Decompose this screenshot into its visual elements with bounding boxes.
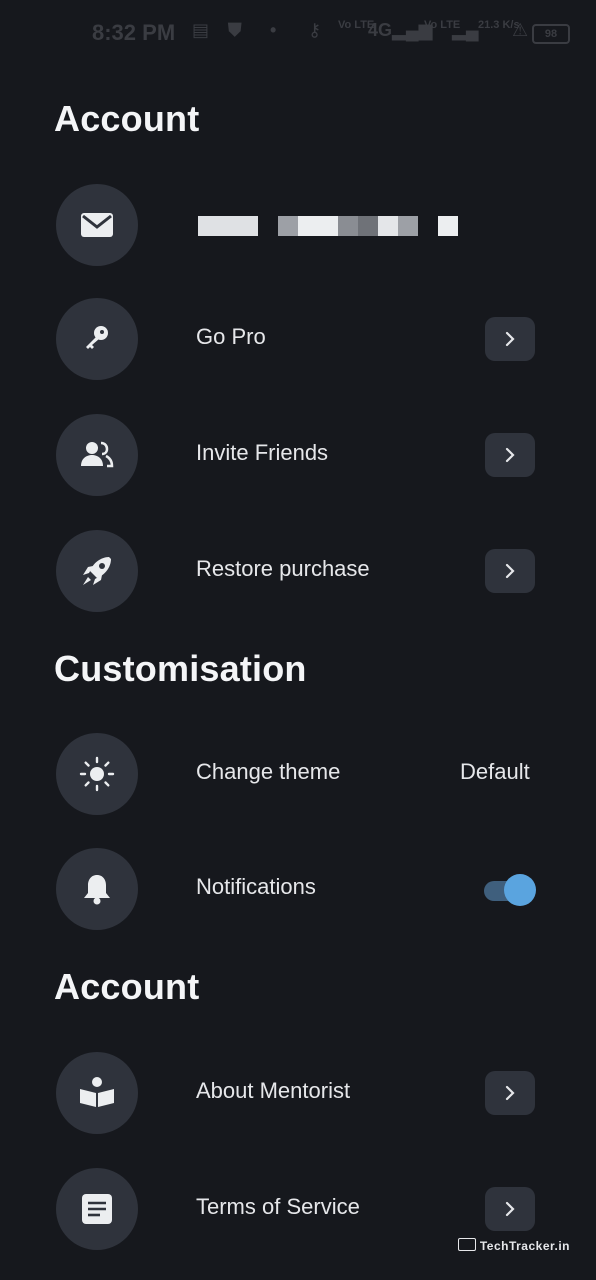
watermark-logo-icon	[457, 1238, 476, 1251]
section-title-account-2: Account	[54, 966, 200, 1007]
restore-purchase-row[interactable]: Restore purchase	[0, 530, 596, 614]
terms-of-service-label: Terms of Service	[196, 1194, 360, 1219]
toggle-knob	[504, 874, 536, 906]
chevron-right-icon	[505, 563, 515, 579]
account-email-row	[0, 184, 596, 268]
mail-icon	[81, 213, 113, 237]
chevron-right-icon	[505, 447, 515, 463]
restore-purchase-label: Restore purchase	[196, 556, 370, 581]
restore-purchase-chevron-button[interactable]	[485, 549, 535, 593]
about-mentorist-row[interactable]: About Mentorist	[0, 1052, 596, 1136]
book-reader-icon	[80, 1077, 114, 1107]
key-icon	[86, 326, 108, 349]
chevron-right-icon	[505, 331, 515, 347]
key-icon-circle	[56, 298, 138, 380]
document-icon	[82, 1194, 112, 1224]
rocket-icon	[83, 557, 111, 585]
status-time: 8:32 PM	[92, 20, 176, 45]
invite-friends-label: Invite Friends	[196, 440, 329, 465]
watermark: TechTracker.in	[457, 1238, 570, 1253]
sun-icon	[79, 756, 115, 792]
notifications-toggle[interactable]	[484, 874, 536, 906]
warning-icon: ⚠	[512, 20, 529, 40]
go-pro-row[interactable]: Go Pro	[0, 298, 596, 382]
about-mentorist-label: About Mentorist	[196, 1078, 351, 1103]
about-mentorist-chevron-button[interactable]	[485, 1071, 535, 1115]
message-icon: ▤	[192, 20, 210, 40]
notifications-row[interactable]: Notifications	[0, 848, 596, 932]
notifications-label: Notifications	[196, 874, 316, 899]
go-pro-label: Go Pro	[196, 324, 266, 349]
bell-icon	[84, 875, 110, 905]
network-type: 4G	[368, 20, 393, 40]
invite-friends-chevron-button[interactable]	[485, 433, 535, 477]
section-title-account: Account	[54, 98, 200, 139]
go-pro-chevron-button[interactable]	[485, 317, 535, 361]
dot-icon: •	[270, 20, 277, 40]
bell-icon-circle	[56, 848, 138, 930]
invite-friends-row[interactable]: Invite Friends	[0, 414, 596, 498]
users-icon	[81, 441, 114, 468]
chevron-right-icon	[505, 1085, 515, 1101]
users-icon-circle	[56, 414, 138, 496]
rocket-icon-circle	[56, 530, 138, 612]
section-title-customisation: Customisation	[54, 648, 307, 689]
terms-of-service-chevron-button[interactable]	[485, 1187, 535, 1231]
change-theme-row[interactable]: Change theme Default	[0, 733, 596, 817]
watermark-text: TechTracker.in	[479, 1239, 570, 1253]
change-theme-label: Change theme	[196, 759, 341, 784]
battery-level: 98	[532, 24, 570, 44]
status-bar: 8:32 PM ▤ ⛊ • ⚷ Vo LTE 4G ▂▄▆ Vo LTE ▂▄ …	[0, 0, 596, 66]
document-icon-circle	[56, 1168, 138, 1250]
sun-icon-circle	[56, 733, 138, 815]
book-reader-icon-circle	[56, 1052, 138, 1134]
chevron-right-icon	[505, 1201, 515, 1217]
shield-icon: ⛊	[228, 20, 242, 40]
vpn-key-icon: ⚷	[308, 20, 322, 40]
theme-value[interactable]: Default	[460, 759, 530, 785]
mail-icon-circle	[56, 184, 138, 266]
email-redacted	[198, 216, 460, 236]
signal-icon-2: ▂▄	[452, 20, 479, 40]
